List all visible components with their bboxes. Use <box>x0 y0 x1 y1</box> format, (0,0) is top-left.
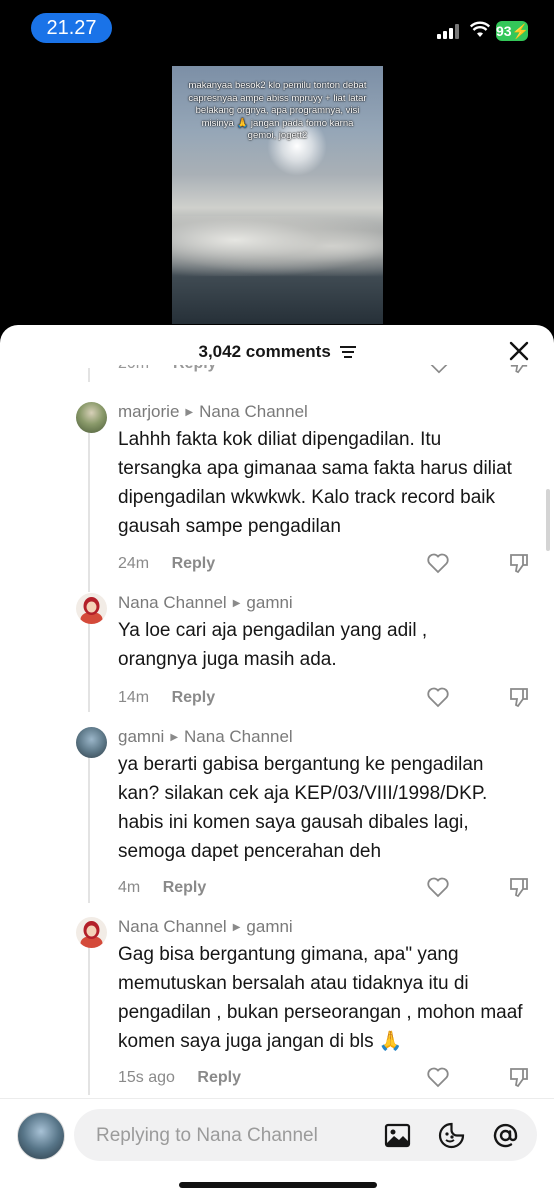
comment-meta: marjorie ▶ Nana Channel <box>118 402 308 422</box>
thread-line <box>88 947 90 1095</box>
status-time: 21.27 <box>31 13 112 43</box>
heart-icon[interactable] <box>426 875 450 899</box>
comment-time: 4m <box>118 879 141 896</box>
wifi-icon <box>470 21 490 37</box>
battery-icon: 93⚡ <box>496 21 530 41</box>
avatar-illustration <box>80 921 103 948</box>
comments-count[interactable]: 3,042 comments <box>0 342 554 362</box>
comment-text: Lahhh fakta kok diliat dipengadilan. Itu… <box>118 429 512 537</box>
thread-line <box>88 368 90 382</box>
my-avatar[interactable] <box>17 1112 65 1160</box>
video-caption: makanyaa besok2 klo pemilu tonton debat … <box>188 80 367 141</box>
partial-comment-footer: 20m Reply <box>0 365 554 379</box>
dislike-icon[interactable] <box>507 685 531 709</box>
signal-icon <box>437 23 463 39</box>
home-indicator[interactable] <box>179 1182 377 1188</box>
comment-footer: 4m Reply <box>118 879 206 897</box>
dislike-icon[interactable] <box>507 1065 531 1089</box>
partial-reply[interactable]: Reply <box>173 365 217 373</box>
dislike-icon[interactable] <box>507 551 531 575</box>
reply-button[interactable]: Reply <box>163 879 207 896</box>
thread-line <box>88 757 90 903</box>
thread-line <box>88 623 90 712</box>
comment-footer: 15s ago Reply <box>118 1069 241 1087</box>
comment-input[interactable] <box>94 1109 378 1163</box>
comment-meta: gamni ▶ Nana Channel <box>118 727 293 747</box>
status-bar: 21.27 93⚡ <box>0 0 554 56</box>
reply-button[interactable]: Reply <box>197 1069 241 1086</box>
heart-icon[interactable] <box>426 551 450 575</box>
dislike-icon[interactable] <box>507 875 531 899</box>
emoji-icon[interactable] <box>438 1122 465 1149</box>
partial-time: 20m <box>118 365 149 373</box>
comment-reply-to[interactable]: Nana Channel <box>184 727 293 746</box>
comment-reply-to[interactable]: Nana Channel <box>199 402 308 421</box>
comment-reply-to[interactable]: gamni <box>246 917 292 936</box>
reply-arrow-icon: ▶ <box>185 407 194 418</box>
comment-time: 14m <box>118 689 150 706</box>
reply-arrow-icon: ▶ <box>232 598 241 609</box>
reply-button[interactable]: Reply <box>172 555 216 572</box>
avatar[interactable] <box>76 727 107 758</box>
heart-icon[interactable] <box>426 1065 450 1089</box>
avatar[interactable] <box>76 917 107 948</box>
comment-footer: 14m Reply <box>118 689 215 707</box>
comment-text: ya berarti gabisa bergantung ke pengadil… <box>118 754 488 862</box>
image-icon[interactable] <box>384 1122 411 1149</box>
comments-sheet: 3,042 comments 20m Reply marjorie▶Nana C… <box>0 325 554 1199</box>
avatar[interactable] <box>76 402 107 433</box>
comments-count-label: 3,042 comments <box>198 342 331 361</box>
close-icon[interactable] <box>508 340 530 362</box>
heart-icon[interactable] <box>426 685 450 709</box>
avatar-illustration <box>80 597 103 624</box>
comment-author[interactable]: Nana Channel <box>118 917 227 936</box>
heart-icon[interactable] <box>428 365 450 375</box>
comment-meta: Nana Channel ▶ gamni <box>118 593 293 613</box>
comment-input-container[interactable] <box>74 1109 537 1163</box>
comment-author[interactable]: gamni <box>118 727 164 746</box>
comment-meta: Nana Channel ▶ gamni <box>118 917 293 937</box>
comment-author[interactable]: Nana Channel <box>118 593 227 612</box>
sort-icon <box>339 346 356 358</box>
comment-time: 24m <box>118 555 150 572</box>
reply-button[interactable]: Reply <box>172 689 216 706</box>
dislike-icon[interactable] <box>508 365 530 375</box>
video-preview[interactable]: makanyaa besok2 klo pemilu tonton debat … <box>172 66 383 324</box>
comment-footer: 24m Reply <box>118 555 215 573</box>
comment-author[interactable]: marjorie <box>118 402 179 421</box>
comment-text: Ya loe cari aja pengadilan yang adil , o… <box>118 620 428 670</box>
comment-text: Gag bisa bergantung gimana, apa" yang me… <box>118 944 523 1052</box>
avatar[interactable] <box>76 593 107 624</box>
mention-icon[interactable] <box>492 1122 519 1149</box>
battery-level: 93 <box>496 23 512 39</box>
reply-arrow-icon: ▶ <box>232 922 241 933</box>
reply-arrow-icon: ▶ <box>170 732 179 743</box>
scrollbar[interactable] <box>546 489 550 551</box>
thread-line <box>88 433 90 592</box>
comment-time: 15s ago <box>118 1069 175 1086</box>
video-clouds <box>172 216 383 276</box>
comment-reply-to[interactable]: gamni <box>246 593 292 612</box>
